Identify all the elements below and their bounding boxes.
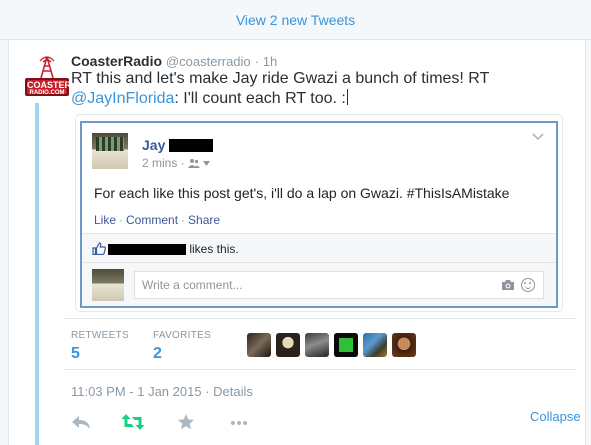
header-separator: · [254,54,259,69]
facebook-meta-separator: · [180,156,185,170]
friends-icon [188,159,201,168]
redaction-bar [169,139,214,152]
thumbs-up-icon [92,242,106,255]
caret-down-icon [203,161,211,166]
favorites-count[interactable]: 2 [153,345,211,363]
facebook-comment-row [82,263,556,306]
author-username[interactable]: @coasterradio [166,54,251,69]
user-avatar[interactable] [392,333,416,357]
view-new-tweets-label[interactable]: View 2 new Tweets [236,12,355,28]
stats-bottom-divider [63,369,577,370]
facebook-like-link: Like [94,213,117,227]
facebook-comment-input [135,272,475,298]
facebook-post-screenshot: Jay 2 mins · For each like this post get… [80,121,558,308]
retweet-icon[interactable] [121,412,145,432]
tweet-age[interactable]: 1h [263,54,277,69]
facebook-actions-separator: · [119,213,124,227]
more-icon[interactable] [229,412,249,432]
logo-text-top: COASTER [27,80,72,90]
mention-link[interactable]: @JayInFlorida [71,90,174,107]
retweets-label: RETWEETS [71,330,129,341]
facebook-post-meta: 2 mins · [142,156,211,170]
user-avatar[interactable] [305,333,329,357]
tweet-date-line: 11:03 PM - 1 Jan 2015 · Details [71,384,253,399]
facebook-actions-separator: · [181,213,186,227]
coasterradio-logo: COASTER RADIO.COM [25,78,72,96]
stream-edge-left [0,40,8,445]
details-link[interactable]: Details [213,384,253,399]
logo-text-bottom: RADIO.COM [29,90,65,96]
favorite-icon[interactable] [177,412,195,432]
retweets-count[interactable]: 5 [71,345,129,363]
facebook-share-link: Share [188,213,221,227]
author-fullname[interactable]: CoasterRadio [71,53,162,69]
facebook-comment-link: Comment [126,213,179,227]
facebook-author-avatar [92,133,128,169]
coasterradio-avatar[interactable]: COASTER RADIO.COM [23,52,71,100]
tweet-text-part2: : I'll count each RT too. : [174,90,346,107]
tweet-header: CoasterRadio @coasterradio · 1h [71,53,277,69]
conversation-thread-line [35,103,39,445]
radio-tower-icon [39,56,55,79]
date-separator: · [205,384,210,399]
facebook-likes-text: likes this. [108,242,239,256]
view-new-tweets-bar[interactable]: View 2 new Tweets [0,0,591,40]
engagement-avatars [247,333,416,357]
user-avatar[interactable] [334,333,358,357]
retweets-stat[interactable]: RETWEETS 5 [71,330,129,363]
smiley-icon [521,278,535,292]
tweet-datetime: 11:03 PM - 1 Jan 2015 [71,384,202,399]
expanded-tweet: COASTER RADIO.COM CoasterRadio @coasterr… [8,40,586,445]
tweet-text-part1: RT this and let's make Jay ride Gwazi a … [71,70,490,87]
facebook-comment-box [134,271,544,299]
facebook-likes-bar: likes this. [82,233,556,263]
chevron-down-icon[interactable] [532,133,544,141]
commenter-avatar [92,269,124,301]
facebook-post-text: For each like this post get's, i'll do a… [94,185,510,201]
text-cursor [346,89,348,105]
facebook-post-time: 2 mins [142,156,178,170]
stream-edge-right [586,40,591,445]
user-avatar[interactable] [276,333,300,357]
favorites-stat[interactable]: FAVORITES 2 [153,330,211,363]
tweet-actions [71,412,571,434]
redaction-bar [108,244,186,255]
stats-top-divider [63,318,577,319]
reply-icon[interactable] [71,412,91,432]
facebook-author-name: Jay [142,137,214,153]
user-avatar[interactable] [247,333,271,357]
tweet-text: RT this and let's make Jay ride Gwazi a … [71,69,571,109]
user-avatar[interactable] [363,333,387,357]
favorites-label: FAVORITES [153,330,212,341]
facebook-post-actions: Like · Comment · Share [94,213,220,227]
facebook-likes-suffix: likes this. [189,242,239,256]
collapse-link[interactable]: Collapse [530,409,581,424]
camera-icon [502,280,514,290]
